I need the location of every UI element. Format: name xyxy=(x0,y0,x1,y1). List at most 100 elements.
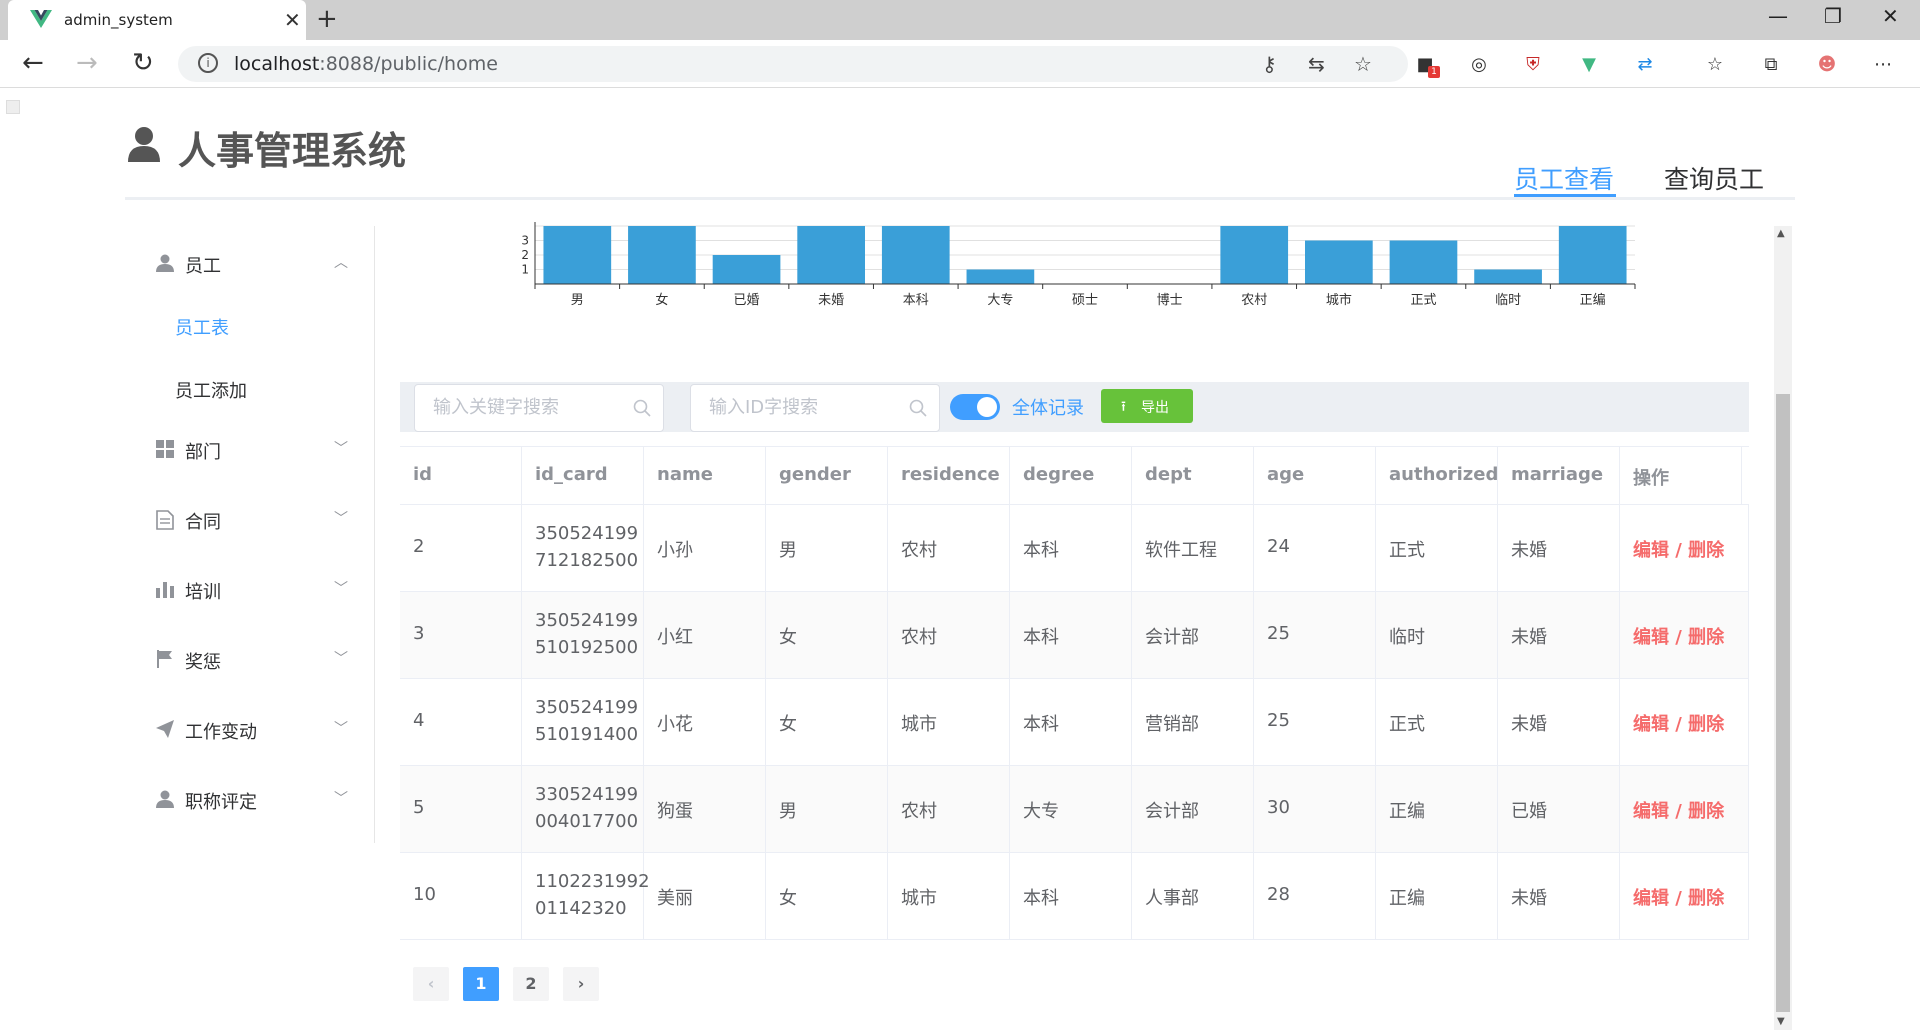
page-button-1[interactable]: 1 xyxy=(463,967,499,1001)
table-cell-id: 4 xyxy=(400,679,522,766)
sidebar-menu: 员工 ︿ 员工表 员工添加 部门 ﹀ 合同 ﹀ 培训 ﹀ 奖惩 ﹀ 工作变动 ﹀… xyxy=(125,226,375,843)
column-header: name xyxy=(644,447,766,505)
row-actions: 编辑 / 删除 xyxy=(1633,536,1724,562)
cell-text: 未婚 xyxy=(1511,627,1547,648)
sidebar-item-employee[interactable]: 员工 ︿ xyxy=(125,236,374,292)
scroll-up-arrow-icon[interactable]: ▲ xyxy=(1777,228,1785,239)
table-cell-name: 小花 xyxy=(644,679,766,766)
back-icon[interactable]: ← xyxy=(22,48,44,78)
tab-employee-search[interactable]: 查询员工 xyxy=(1664,160,1764,196)
sync-icon[interactable]: ⇄ xyxy=(1634,54,1656,76)
favorites-list-icon[interactable]: ☆ xyxy=(1704,54,1726,76)
chevron-down-icon: ﹀ xyxy=(334,651,348,667)
sidebar-subitem-employee-table[interactable]: 员工表 xyxy=(125,298,374,354)
chart-y-tick-label: 1 xyxy=(521,263,529,277)
edit-link[interactable]: 编辑 xyxy=(1633,627,1669,648)
restore-icon[interactable]: ❐ xyxy=(1824,4,1842,28)
export-button-label: 导出 xyxy=(1141,400,1169,416)
cell-text: 24 xyxy=(1267,536,1290,557)
delete-link[interactable]: 删除 xyxy=(1688,801,1724,822)
all-records-switch[interactable] xyxy=(950,394,1000,420)
chart-x-tick-label: 本科 xyxy=(903,293,929,308)
chart-x-tick-label: 城市 xyxy=(1326,292,1352,308)
edit-link[interactable]: 编辑 xyxy=(1633,714,1669,735)
cell-text: 女 xyxy=(779,888,797,909)
search-icon[interactable] xyxy=(633,399,651,417)
table-cell-residence: 城市 xyxy=(888,679,1010,766)
prev-page-button[interactable]: ‹ xyxy=(413,967,449,1001)
user-icon xyxy=(155,790,175,810)
cell-text: 临时 xyxy=(1389,627,1425,648)
edit-link[interactable]: 编辑 xyxy=(1633,801,1669,822)
window-close-icon[interactable]: ✕ xyxy=(1882,4,1899,28)
delete-link[interactable]: 删除 xyxy=(1688,714,1724,735)
more-menu-icon[interactable]: ⋯ xyxy=(1872,54,1894,76)
table-cell-id: 2 xyxy=(400,505,522,592)
table-cell-dept: 会计部 xyxy=(1132,766,1254,853)
new-tab-icon[interactable]: + xyxy=(316,4,338,34)
minimize-icon[interactable]: — xyxy=(1768,4,1788,28)
cell-text: 小红 xyxy=(657,627,693,648)
sidebar-item-training[interactable]: 培训 ﹀ xyxy=(125,562,374,618)
scroll-thumb[interactable] xyxy=(1776,394,1790,1012)
sidebar-item-label: 部门 xyxy=(185,442,221,463)
keyword-search-box xyxy=(414,384,664,432)
sidebar-subitem-employee-add[interactable]: 员工添加 xyxy=(125,361,374,417)
cell-text: 4 xyxy=(413,710,425,731)
bar-chart: 123 男 女 已婚 未婚 本科 大专 硕士 博士 农村 城市 正式 临时 正编 xyxy=(521,222,1636,308)
tab-employee-view[interactable]: 员工查看 xyxy=(1514,160,1614,196)
table-cell-actions: 编辑 / 删除 xyxy=(1620,505,1749,592)
send-icon xyxy=(155,720,175,740)
export-button[interactable]: ⭱ 导出 xyxy=(1101,389,1193,423)
reload-icon[interactable]: ↻ xyxy=(132,48,154,78)
delete-link[interactable]: 删除 xyxy=(1688,540,1724,561)
table-cell-gender: 女 xyxy=(766,679,888,766)
vue-devtools-icon[interactable]: ▼ xyxy=(1578,54,1600,76)
cell-text: 3 xyxy=(413,623,425,644)
sidebar-item-title-evaluation[interactable]: 职称评定 ﹀ xyxy=(125,772,374,828)
delete-link[interactable]: 删除 xyxy=(1688,627,1724,648)
upload-icon: ⭱ xyxy=(1121,399,1126,415)
ublock-icon[interactable]: ⛨ xyxy=(1522,54,1544,76)
collections-icon[interactable]: ⧉ xyxy=(1760,54,1782,76)
tab-close-icon[interactable]: ✕ xyxy=(284,8,301,32)
table-cell-actions: 编辑 / 删除 xyxy=(1620,766,1749,853)
id-search-input[interactable] xyxy=(709,397,889,418)
url-field[interactable]: i localhost:8088/public/home ⚷ ⇆ ☆ xyxy=(178,46,1408,82)
chart-bar-9 xyxy=(1305,240,1373,284)
page-button-2[interactable]: 2 xyxy=(513,967,549,1001)
site-info-icon[interactable]: i xyxy=(198,53,218,73)
scroll-down-arrow-icon[interactable]: ▼ xyxy=(1777,1016,1785,1027)
browser-tab[interactable]: admin_system ✕ xyxy=(8,0,306,40)
sidebar-item-contract[interactable]: 合同 ﹀ xyxy=(125,492,374,548)
edit-link[interactable]: 编辑 xyxy=(1633,888,1669,909)
favorite-star-icon[interactable]: ☆ xyxy=(1354,52,1372,76)
sidebar-item-department[interactable]: 部门 ﹀ xyxy=(125,422,374,478)
column-header: residence xyxy=(888,447,1010,505)
sidebar-item-reward-punish[interactable]: 奖惩 ﹀ xyxy=(125,632,374,688)
all-records-label[interactable]: 全体记录 xyxy=(1012,394,1084,420)
profile-avatar-icon[interactable]: ☻ xyxy=(1816,54,1838,76)
page-scrollbar[interactable]: ▲ ▼ xyxy=(1774,226,1792,1030)
sidebar-item-job-change[interactable]: 工作变动 ﹀ xyxy=(125,702,374,758)
next-page-button[interactable]: › xyxy=(563,967,599,1001)
keyword-search-input[interactable] xyxy=(433,397,613,418)
delete-link[interactable]: 删除 xyxy=(1688,888,1724,909)
cell-text: 30 xyxy=(1267,797,1290,818)
search-icon[interactable] xyxy=(909,399,927,417)
table-cell-degree: 本科 xyxy=(1010,505,1132,592)
cell-text: 美丽 xyxy=(657,888,693,909)
table-cell-name: 小孙 xyxy=(644,505,766,592)
vue-logo-icon xyxy=(30,10,52,28)
table-cell-id: 5 xyxy=(400,766,522,853)
translate-icon[interactable]: ⇆ xyxy=(1308,52,1325,76)
table-row: 10 1102231992 01142320 美丽 女 城市 本科 人事部 28 正编 未婚 编辑 /… xyxy=(400,853,1749,940)
key-icon[interactable]: ⚷ xyxy=(1262,52,1277,76)
edit-link[interactable]: 编辑 xyxy=(1633,540,1669,561)
forward-icon[interactable]: → xyxy=(76,48,98,78)
table-cell-gender: 女 xyxy=(766,853,888,940)
table-cell-residence: 农村 xyxy=(888,505,1010,592)
table-cell-id-card: 350524199 510191400 xyxy=(522,679,644,766)
cell-text: 男 xyxy=(779,540,797,561)
extension-circle-icon[interactable]: ◎ xyxy=(1468,54,1490,76)
